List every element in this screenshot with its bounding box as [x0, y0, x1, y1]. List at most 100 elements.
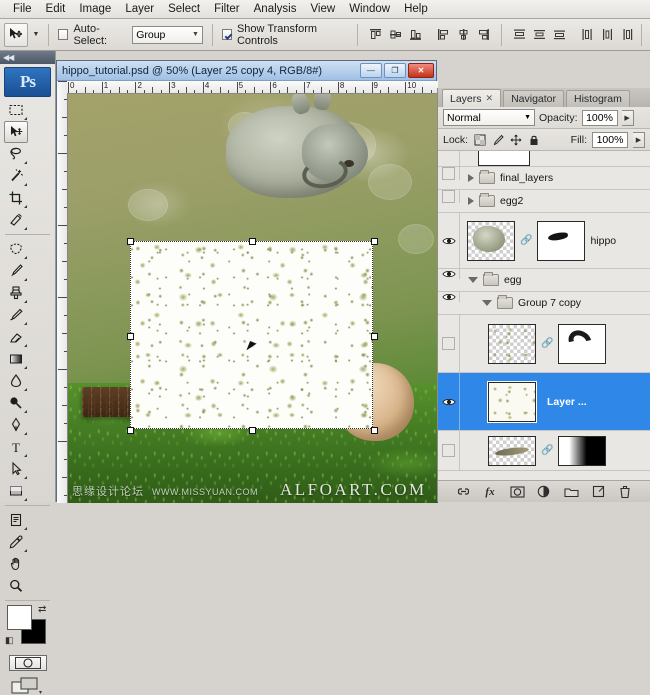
- document-title-bar[interactable]: hippo_tutorial.psd @ 50% (Layer 25 copy …: [57, 61, 436, 81]
- eraser-tool-icon[interactable]: [4, 326, 28, 348]
- distribute-left-edges-button[interactable]: [579, 26, 596, 43]
- layer-thumbnail[interactable]: [488, 436, 536, 466]
- visibility-toggle[interactable]: [438, 190, 460, 203]
- link-icon[interactable]: 🔗: [541, 445, 553, 456]
- distribute-horizontal-centers-button[interactable]: [599, 26, 616, 43]
- table-row[interactable]: final_layers: [438, 167, 650, 190]
- menu-item-select[interactable]: Select: [161, 2, 207, 16]
- magic-wand-tool-icon[interactable]: [4, 165, 28, 187]
- menu-item-help[interactable]: Help: [397, 2, 435, 16]
- visibility-toggle[interactable]: [438, 373, 460, 430]
- group-disclosure-triangle-icon[interactable]: [468, 197, 474, 205]
- type-tool-icon[interactable]: T: [4, 436, 28, 458]
- blur-tool-icon[interactable]: [4, 370, 28, 392]
- blend-mode-dropdown[interactable]: Normal ▼: [443, 109, 535, 126]
- align-horizontal-centers-button[interactable]: [455, 26, 472, 43]
- move-tool-icon[interactable]: [4, 121, 28, 143]
- dodge-tool-icon[interactable]: [4, 392, 28, 414]
- visibility-toggle[interactable]: [438, 167, 460, 180]
- opacity-input[interactable]: 100%: [582, 110, 618, 126]
- group-disclosure-triangle-icon[interactable]: [468, 174, 474, 182]
- fill-input[interactable]: 100%: [592, 132, 628, 148]
- group-disclosure-triangle-icon[interactable]: [468, 277, 478, 283]
- align-top-edges-button[interactable]: [367, 26, 384, 43]
- visibility-toggle[interactable]: [438, 292, 460, 302]
- horizontal-ruler[interactable]: 012345678910: [67, 81, 438, 94]
- lock-all-icon[interactable]: [527, 133, 540, 146]
- lock-position-icon[interactable]: [509, 133, 522, 146]
- new-layer-button[interactable]: [591, 484, 606, 499]
- table-row[interactable]: egg2: [438, 190, 650, 213]
- menu-item-image[interactable]: Image: [72, 2, 118, 16]
- visibility-toggle[interactable]: [438, 151, 460, 166]
- palette-collapse-handle[interactable]: ◀◀: [0, 51, 55, 64]
- pen-tool-icon[interactable]: [4, 414, 28, 436]
- distribute-top-edges-button[interactable]: [511, 26, 528, 43]
- menu-item-filter[interactable]: Filter: [207, 2, 247, 16]
- link-layers-button[interactable]: [456, 484, 471, 499]
- layer-list[interactable]: final_layers egg2: [438, 151, 650, 480]
- swap-colors-icon[interactable]: ⇄: [38, 604, 46, 615]
- layer-thumbnail[interactable]: [488, 382, 536, 422]
- layer-thumbnail[interactable]: [488, 324, 536, 364]
- zoom-tool-icon[interactable]: [4, 575, 28, 597]
- new-adjustment-layer-button[interactable]: [537, 484, 552, 499]
- align-bottom-edges-button[interactable]: [407, 26, 424, 43]
- patch-tool-icon[interactable]: [4, 238, 28, 260]
- auto-select-checkbox[interactable]: [58, 29, 68, 40]
- tab-histogram[interactable]: Histogram: [566, 90, 630, 107]
- group-disclosure-triangle-icon[interactable]: [482, 300, 492, 306]
- table-row[interactable]: Layer ...: [438, 373, 650, 431]
- distribute-right-edges-button[interactable]: [619, 26, 636, 43]
- layer-thumbnail[interactable]: [467, 221, 515, 261]
- layer-thumbnail[interactable]: [478, 151, 530, 166]
- align-left-edges-button[interactable]: [435, 26, 452, 43]
- lock-transparent-pixels-icon[interactable]: [473, 133, 486, 146]
- auto-select-dropdown[interactable]: Group ▼: [132, 26, 203, 44]
- table-row[interactable]: Group 7 copy: [438, 292, 650, 315]
- move-tool-icon[interactable]: [4, 23, 28, 47]
- table-row[interactable]: 🔗: [438, 315, 650, 373]
- path-selection-tool-icon[interactable]: [4, 458, 28, 480]
- close-icon[interactable]: ✕: [486, 93, 494, 104]
- clone-stamp-tool-icon[interactable]: [4, 282, 28, 304]
- add-layer-mask-button[interactable]: [510, 484, 525, 499]
- minimize-button[interactable]: —: [360, 63, 382, 78]
- table-row[interactable]: 🔗 hippo: [438, 213, 650, 269]
- layer-mask-thumbnail[interactable]: [558, 436, 606, 466]
- menu-item-edit[interactable]: Edit: [39, 2, 73, 16]
- align-vertical-centers-button[interactable]: [387, 26, 404, 43]
- vertical-ruler[interactable]: [57, 81, 68, 503]
- opacity-slider-arrow-icon[interactable]: ▶: [622, 110, 634, 126]
- brush-tool-icon[interactable]: [4, 260, 28, 282]
- distribute-vertical-centers-button[interactable]: [531, 26, 548, 43]
- show-transform-controls-checkbox[interactable]: [222, 29, 232, 40]
- screen-mode-button[interactable]: [11, 677, 45, 695]
- foreground-color-swatch[interactable]: [7, 605, 32, 630]
- hand-tool-icon[interactable]: [4, 553, 28, 575]
- new-group-button[interactable]: [564, 484, 579, 499]
- menu-item-layer[interactable]: Layer: [118, 2, 161, 16]
- quick-mask-button[interactable]: [9, 655, 47, 671]
- menu-item-file[interactable]: File: [6, 2, 39, 16]
- layer-style-button[interactable]: fx: [483, 484, 498, 499]
- table-row[interactable]: [438, 151, 650, 167]
- restore-button[interactable]: ❐: [384, 63, 406, 78]
- delete-layer-button[interactable]: [618, 484, 633, 499]
- distribute-bottom-edges-button[interactable]: [551, 26, 568, 43]
- history-brush-tool-icon[interactable]: [4, 304, 28, 326]
- visibility-toggle[interactable]: [438, 315, 460, 372]
- eyedropper-tool-icon[interactable]: [4, 531, 28, 553]
- lock-image-pixels-icon[interactable]: [491, 133, 504, 146]
- table-row[interactable]: egg: [438, 269, 650, 292]
- menu-item-view[interactable]: View: [303, 2, 342, 16]
- rectangular-marquee-tool-icon[interactable]: [4, 99, 28, 121]
- tab-layers[interactable]: Layers ✕: [442, 89, 501, 107]
- crop-tool-icon[interactable]: [4, 187, 28, 209]
- fill-slider-arrow-icon[interactable]: ▶: [633, 132, 645, 148]
- default-colors-icon[interactable]: ◧: [5, 635, 14, 646]
- align-right-edges-button[interactable]: [475, 26, 492, 43]
- layer-mask-thumbnail[interactable]: [558, 324, 606, 364]
- layer-mask-thumbnail[interactable]: [537, 221, 585, 261]
- rectangle-shape-tool-icon[interactable]: [4, 480, 28, 502]
